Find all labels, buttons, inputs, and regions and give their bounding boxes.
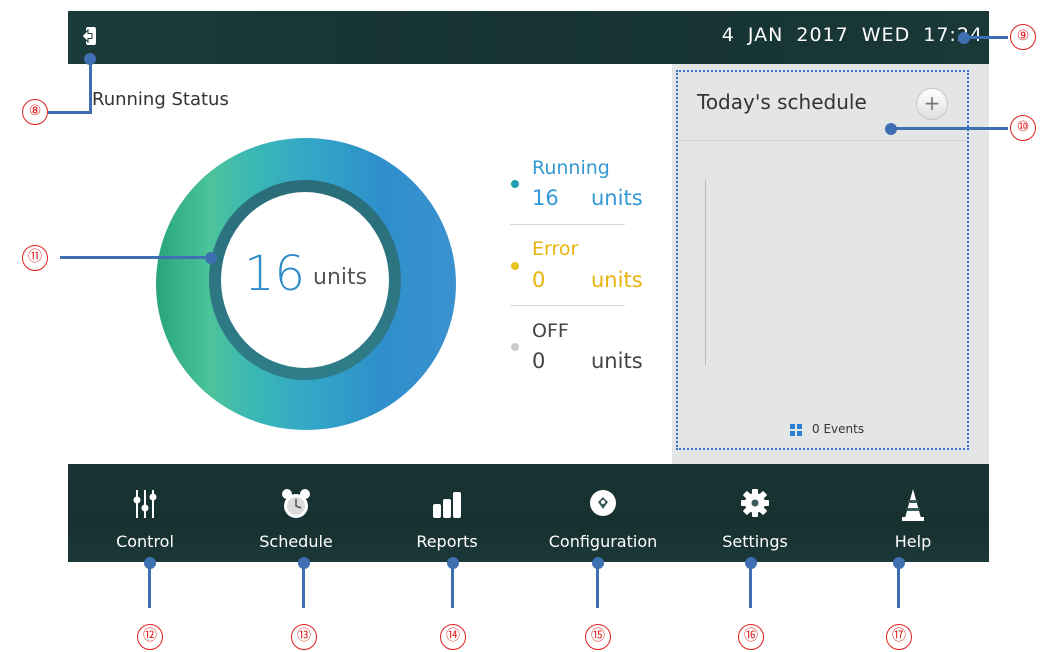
callout-line: [302, 562, 305, 608]
nav-control[interactable]: Control: [75, 464, 215, 562]
schedule-divider: [678, 140, 968, 141]
nav-label: Settings: [722, 532, 788, 551]
datetime-display: 4 JAN 2017 WED 17:24: [721, 24, 983, 46]
callout-line: [964, 36, 1008, 39]
running-status-donut[interactable]: [155, 130, 457, 432]
schedule-title: Today's schedule: [697, 90, 867, 114]
callout-line: [60, 256, 208, 259]
legend-error-value: 0: [532, 268, 546, 292]
legend-error-label: Error: [532, 238, 579, 260]
donut-center-unit: units: [313, 265, 368, 290]
callout-line: [749, 562, 752, 608]
callout-17: ⑰: [886, 624, 912, 650]
events-count[interactable]: 0 Events: [812, 422, 864, 436]
gear-icon: [740, 488, 770, 524]
callout-line: [148, 562, 151, 608]
legend-running-label: Running: [532, 157, 610, 179]
callout-line: [451, 562, 454, 608]
nav-help[interactable]: Help: [843, 464, 983, 562]
nav-reports[interactable]: Reports: [377, 464, 517, 562]
schedule-timeline: [705, 180, 706, 365]
nav-schedule[interactable]: Schedule: [226, 464, 366, 562]
bar-chart-icon: [431, 488, 463, 524]
nav-settings[interactable]: Settings: [685, 464, 825, 562]
exit-icon[interactable]: [80, 25, 100, 47]
callout-line: [48, 111, 92, 114]
off-dot-icon: [511, 343, 519, 351]
callout-9: ⑨: [1010, 24, 1036, 50]
callout-line: [89, 58, 92, 114]
donut-center-value: 16: [244, 246, 306, 302]
running-status-title: Running Status: [92, 89, 229, 110]
callout-8: ⑧: [22, 99, 48, 125]
callout-13: ⑬: [291, 624, 317, 650]
nav-label: Schedule: [259, 532, 333, 551]
callout-line: [897, 562, 900, 608]
legend-error-units: units: [591, 268, 643, 292]
legend-divider: [510, 224, 625, 225]
callout-line: [891, 127, 1008, 130]
legend-running-value: 16: [532, 186, 559, 210]
legend-running-units: units: [591, 186, 643, 210]
legend-off-label: OFF: [532, 320, 569, 342]
nav-label: Control: [116, 532, 174, 551]
legend-off-units: units: [591, 349, 643, 373]
sliders-icon: [133, 488, 157, 524]
callout-10: ⑩: [1010, 115, 1036, 141]
error-dot-icon: [511, 262, 519, 270]
events-grid-icon: [790, 421, 802, 436]
nav-label: Reports: [416, 532, 478, 551]
legend-divider: [510, 305, 625, 306]
callout-11: ⑪: [22, 245, 48, 271]
alarm-clock-icon: [281, 488, 311, 524]
nav-label: Configuration: [548, 532, 658, 551]
callout-12: ⑫: [137, 624, 163, 650]
callout-16: ⑯: [738, 624, 764, 650]
nav-configuration[interactable]: Configuration: [533, 464, 673, 562]
add-schedule-button[interactable]: +: [916, 88, 948, 120]
cone-icon: [902, 488, 924, 526]
callout-line: [596, 562, 599, 608]
callout-15: ⑮: [585, 624, 611, 650]
legend-off-value: 0: [532, 349, 546, 373]
running-dot-icon: [511, 180, 519, 188]
callout-14: ⑭: [440, 624, 466, 650]
wrench-circle-icon: [588, 488, 618, 524]
nav-label: Help: [894, 532, 932, 551]
